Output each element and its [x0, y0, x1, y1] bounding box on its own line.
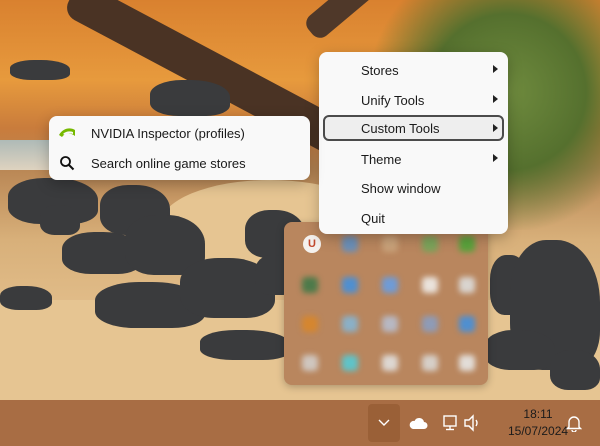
unify-tray-icon-letter: U	[308, 238, 316, 250]
tray-app-icon[interactable]	[382, 277, 398, 293]
submenu-item-label: NVIDIA Inspector (profiles)	[91, 125, 245, 141]
menu-item-custom-tools[interactable]: Custom Tools	[323, 115, 504, 141]
tray-app-icon[interactable]	[422, 355, 438, 371]
menu-item-label: Show window	[361, 180, 441, 196]
tray-app-icon[interactable]	[459, 355, 475, 371]
menu-item-stores[interactable]: Stores	[323, 57, 504, 83]
tray-app-icon[interactable]	[342, 355, 358, 371]
menu-item-label: Theme	[361, 151, 402, 167]
tray-app-icon[interactable]	[302, 355, 318, 371]
tray-app-icon[interactable]	[459, 277, 475, 293]
tray-app-icon[interactable]	[382, 316, 398, 332]
submenu-item-label: Search online game stores	[91, 155, 246, 171]
tray-app-icon[interactable]	[459, 316, 475, 332]
wallpaper-rock	[10, 60, 70, 80]
chevron-up-icon	[378, 414, 390, 432]
menu-item-label: Custom Tools	[361, 120, 440, 136]
menu-item-quit[interactable]: Quit	[323, 205, 504, 231]
chevron-right-icon	[493, 95, 498, 103]
clock-date: 15/07/2024	[508, 424, 569, 438]
tray-app-icon[interactable]	[342, 236, 358, 252]
menu-item-label: Quit	[361, 210, 385, 226]
onedrive-cloud-icon[interactable]	[407, 412, 429, 434]
tray-app-icon[interactable]	[342, 316, 358, 332]
submenu-item-nvidia-inspector[interactable]: NVIDIA Inspector (profiles)	[53, 120, 306, 146]
clock-time: 18:11	[523, 407, 553, 421]
menu-item-label: Stores	[361, 62, 399, 78]
tray-context-menu: Stores Unify Tools Custom Tools Theme Sh…	[319, 52, 508, 234]
unify-tray-icon[interactable]: U	[303, 235, 321, 253]
nvidia-icon	[57, 123, 77, 143]
search-icon	[57, 153, 77, 173]
menu-item-theme[interactable]: Theme	[323, 146, 504, 172]
network-icon[interactable]	[439, 412, 461, 434]
chevron-right-icon	[493, 124, 498, 132]
tray-app-icon[interactable]	[422, 236, 438, 252]
menu-item-unify-tools[interactable]: Unify Tools	[323, 87, 504, 113]
show-hidden-icons-button[interactable]	[368, 404, 400, 442]
tray-app-icon[interactable]	[422, 277, 438, 293]
custom-tools-submenu: NVIDIA Inspector (profiles) Search onlin…	[49, 116, 310, 180]
tray-app-icon[interactable]	[422, 316, 438, 332]
wallpaper-rock	[550, 350, 600, 390]
wallpaper-rock	[40, 205, 80, 235]
tray-app-icon[interactable]	[302, 277, 318, 293]
tray-app-icon[interactable]	[382, 236, 398, 252]
chevron-right-icon	[493, 65, 498, 73]
wallpaper-rock	[0, 286, 52, 310]
wallpaper-rock	[150, 80, 230, 116]
wallpaper-rock	[200, 330, 290, 360]
tray-app-icon[interactable]	[302, 316, 318, 332]
menu-item-label: Unify Tools	[361, 92, 425, 108]
chevron-right-icon	[493, 154, 498, 162]
tray-overflow-flyout: U	[284, 222, 488, 385]
taskbar-clock[interactable]: 18:11 15/07/2024	[508, 406, 568, 440]
notifications-bell-icon[interactable]	[563, 412, 585, 434]
tray-app-icon[interactable]	[342, 277, 358, 293]
wallpaper-rock	[485, 330, 555, 370]
submenu-item-search-stores[interactable]: Search online game stores	[53, 150, 306, 176]
tray-app-icon[interactable]	[382, 355, 398, 371]
volume-icon[interactable]	[462, 412, 484, 434]
menu-item-show-window[interactable]: Show window	[323, 175, 504, 201]
tray-app-icon[interactable]	[459, 236, 475, 252]
